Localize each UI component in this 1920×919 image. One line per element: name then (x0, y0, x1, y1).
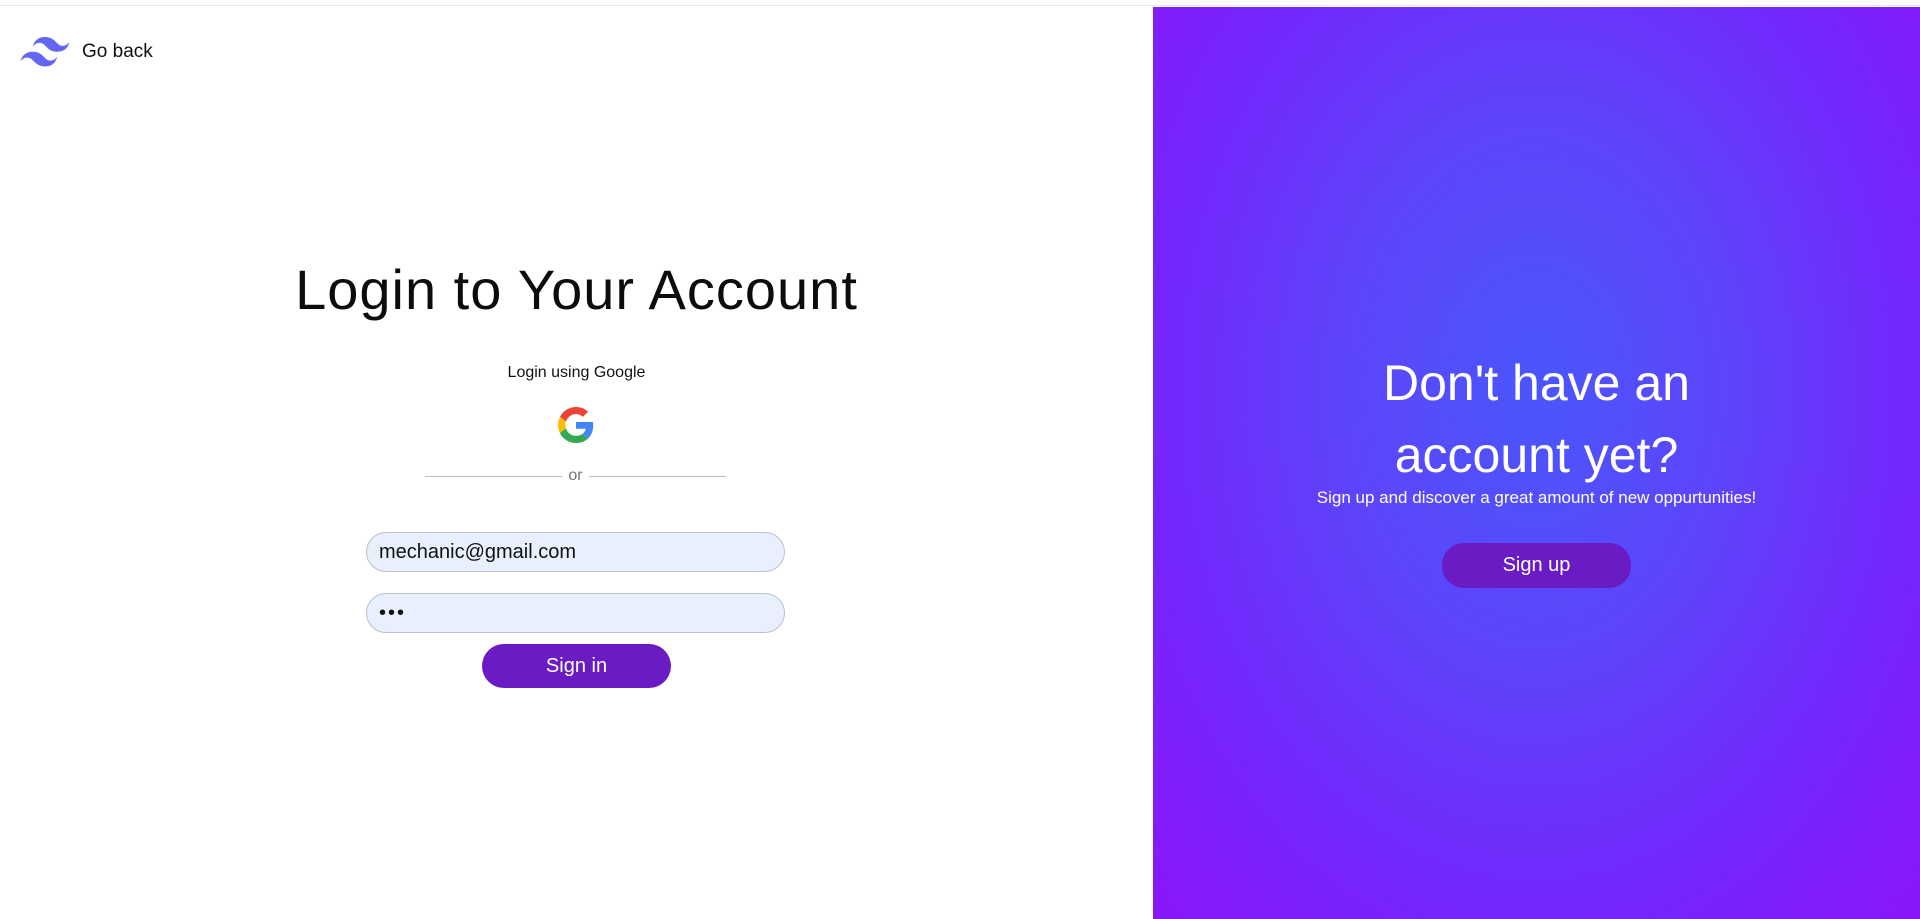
top-border (0, 0, 1920, 6)
signup-heading-line1: Don't have an (1383, 355, 1690, 411)
signup-panel: Don't have an account yet? Sign up and d… (1153, 7, 1920, 919)
or-divider: or (425, 466, 727, 486)
page-title: Login to Your Account (295, 258, 858, 321)
go-back-link[interactable]: Go back (20, 37, 153, 67)
google-icon[interactable] (558, 407, 594, 443)
signup-heading-line2: account yet? (1394, 427, 1679, 483)
sign-up-button[interactable]: Sign up (1442, 543, 1631, 588)
divider-line-right (588, 475, 727, 477)
divider-line-left (425, 475, 563, 477)
login-pane: Go back Login to Your Account Login usin… (0, 7, 1153, 919)
tailwind-wave-icon (20, 37, 70, 67)
signup-subtitle: Sign up and discover a great amount of n… (1316, 488, 1757, 507)
password-field[interactable] (366, 593, 785, 633)
signup-heading: Don't have an account yet? (1153, 347, 1920, 491)
sign-in-button[interactable]: Sign in (482, 644, 671, 688)
google-login-label: Login using Google (507, 364, 646, 381)
divider-text: or (568, 467, 583, 484)
go-back-label[interactable]: Go back (82, 41, 153, 63)
email-field[interactable] (366, 532, 785, 572)
